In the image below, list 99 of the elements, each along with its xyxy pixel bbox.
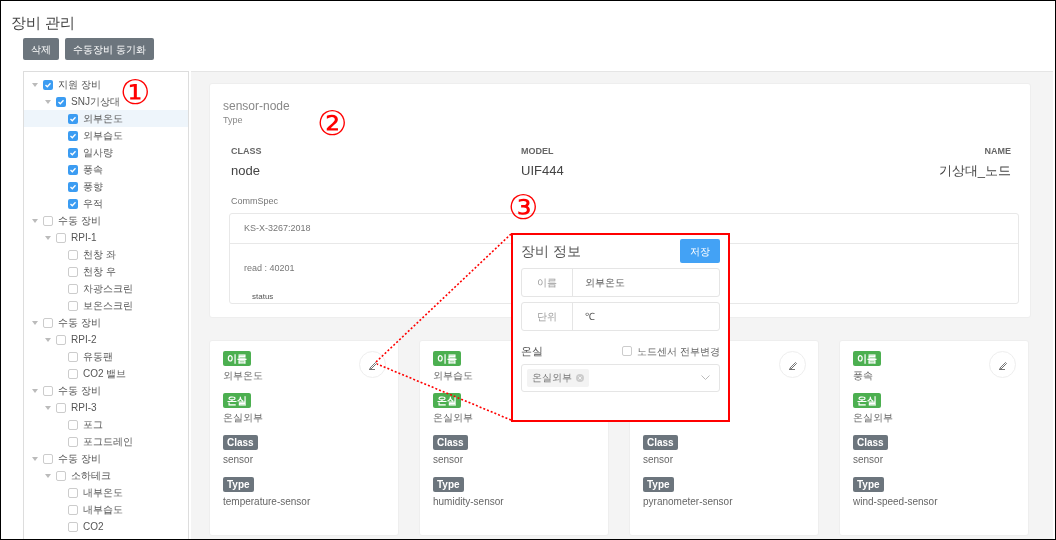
field-badge: 온실 xyxy=(223,393,251,408)
checkbox[interactable] xyxy=(43,215,53,226)
field-value: temperature-sensor xyxy=(223,495,311,509)
field-badge: 이름 xyxy=(223,351,251,366)
edit-button[interactable] xyxy=(779,351,806,378)
checkbox[interactable] xyxy=(56,334,66,345)
checkbox[interactable] xyxy=(68,249,78,260)
checkbox[interactable] xyxy=(56,96,66,107)
edit-button[interactable] xyxy=(359,351,386,378)
annotation-marker: ② xyxy=(317,106,347,140)
checkbox[interactable] xyxy=(68,436,78,447)
field-badge: Class xyxy=(223,435,258,450)
checkbox[interactable] xyxy=(68,266,78,277)
checkbox[interactable] xyxy=(68,419,78,430)
field-value: wind-speed-sensor xyxy=(853,495,938,509)
caret-icon[interactable] xyxy=(32,318,40,327)
chevron-down-icon xyxy=(701,375,710,380)
checkbox[interactable] xyxy=(68,147,78,158)
field-value: 온실외부 xyxy=(223,411,263,425)
checkbox[interactable] xyxy=(43,79,53,90)
field-badge: Class xyxy=(853,435,888,450)
pencil-icon xyxy=(787,359,798,370)
column-label: NAME xyxy=(984,145,1011,158)
toolbar-button[interactable]: 수동장비 동기화 xyxy=(65,38,154,60)
pencil-icon xyxy=(367,359,378,370)
field-badge: 온실 xyxy=(853,393,881,408)
field-value: 풍속 xyxy=(853,369,873,383)
caret-icon[interactable] xyxy=(45,233,53,242)
field-value: sensor xyxy=(643,453,673,467)
tree-item[interactable]: 외부온도 xyxy=(24,110,188,127)
caret-icon[interactable] xyxy=(45,403,53,412)
column-label: CLASS xyxy=(231,145,262,158)
input-field[interactable]: 단위 ℃ xyxy=(521,302,720,331)
commspec-label: CommSpec xyxy=(231,195,278,208)
greenhouse-label: 온실 xyxy=(521,344,543,359)
checkbox[interactable] xyxy=(56,402,66,413)
selected-tag[interactable]: 온실외부 xyxy=(527,368,589,387)
column-label: MODEL xyxy=(521,145,554,158)
checkbox-label: 노드센서 전부변경 xyxy=(637,344,720,359)
commspec-read: read : 40201 xyxy=(244,263,295,273)
field-badge: 온실 xyxy=(433,393,461,408)
field-value: humidity-sensor xyxy=(433,495,504,509)
field-value: 온실외부 xyxy=(853,411,893,425)
caret-icon[interactable] xyxy=(32,386,40,395)
toolbar-button[interactable]: 삭제 xyxy=(23,38,59,60)
field-value: 온실외부 xyxy=(433,411,473,425)
checkbox[interactable] xyxy=(68,300,78,311)
field-badge: 이름 xyxy=(433,351,461,366)
caret-icon[interactable] xyxy=(45,471,53,480)
column-value: 기상대_노드 xyxy=(938,162,1011,180)
input-field[interactable]: 이름 외부온도 xyxy=(521,268,720,297)
checkbox[interactable] xyxy=(68,351,78,362)
edit-button[interactable] xyxy=(989,351,1016,378)
node-type-caption: Type xyxy=(223,114,243,127)
field-value: sensor xyxy=(853,453,883,467)
field-badge: Type xyxy=(643,477,674,492)
checkbox[interactable] xyxy=(68,487,78,498)
checkbox[interactable] xyxy=(68,521,78,532)
caret-icon[interactable] xyxy=(32,454,40,463)
checkbox[interactable] xyxy=(68,504,78,515)
annotation-marker: ③ xyxy=(508,190,538,224)
pencil-icon xyxy=(997,359,1008,370)
field-value: sensor xyxy=(433,453,463,467)
field-value: 외부습도 xyxy=(433,369,473,383)
checkbox[interactable] xyxy=(43,385,53,396)
page-title: 장비 관리 xyxy=(11,13,76,33)
checkbox[interactable] xyxy=(68,130,78,141)
caret-icon[interactable] xyxy=(45,335,53,344)
field-badge: Class xyxy=(433,435,468,450)
checkbox[interactable] xyxy=(68,283,78,294)
caret-icon[interactable] xyxy=(45,97,53,106)
checkbox[interactable] xyxy=(68,113,78,124)
field-value: sensor xyxy=(223,453,253,467)
checkbox[interactable] xyxy=(43,317,53,328)
caret-icon[interactable] xyxy=(32,80,40,89)
popup-title: 장비 정보 xyxy=(521,241,581,261)
checkbox[interactable] xyxy=(68,181,78,192)
field-value: 외부온도 xyxy=(223,369,263,383)
checkbox[interactable] xyxy=(68,164,78,175)
field-badge: 이름 xyxy=(853,351,881,366)
field-badge: Type xyxy=(853,477,884,492)
commspec-detail: status xyxy=(252,292,274,301)
commspec-standard: KS-X-3267:2018 xyxy=(244,221,311,235)
caret-icon[interactable] xyxy=(32,216,40,225)
checkbox[interactable] xyxy=(68,198,78,209)
field-badge: Class xyxy=(643,435,678,450)
column-value: node xyxy=(231,162,260,180)
field-badge: Type xyxy=(433,477,464,492)
field-badge: Type xyxy=(223,477,254,492)
checkbox[interactable] xyxy=(622,346,633,357)
greenhouse-select[interactable]: 온실외부 xyxy=(521,363,720,392)
column-value: UIF444 xyxy=(521,162,564,180)
checkbox[interactable] xyxy=(56,232,66,243)
checkbox[interactable] xyxy=(43,453,53,464)
checkbox[interactable] xyxy=(56,470,66,481)
remove-icon[interactable] xyxy=(576,373,584,382)
field-value: pyranometer-sensor xyxy=(643,495,733,509)
checkbox[interactable] xyxy=(68,368,78,379)
node-name: sensor-node xyxy=(223,98,290,115)
